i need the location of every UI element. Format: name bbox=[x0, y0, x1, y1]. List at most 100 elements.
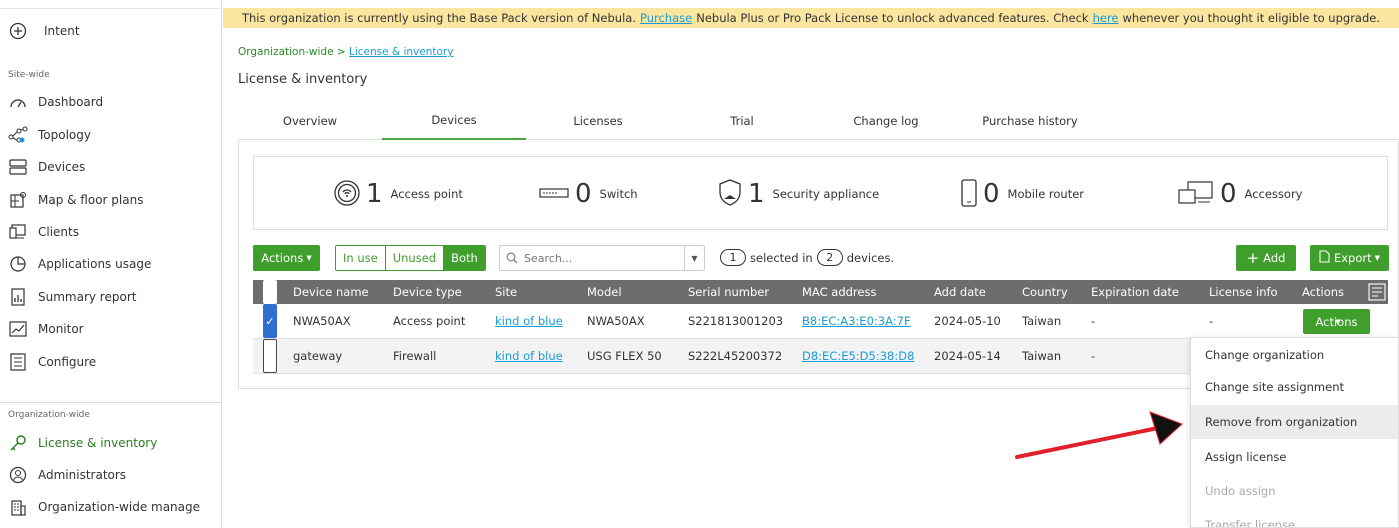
tab-trial[interactable]: Trial bbox=[670, 102, 814, 140]
sidebar-item-dashboard[interactable]: Dashboard bbox=[0, 88, 222, 116]
col-country[interactable]: Country bbox=[1022, 280, 1068, 304]
sidebar-item-monitor[interactable]: Monitor bbox=[0, 315, 222, 343]
caret-down-icon: ▼ bbox=[1335, 317, 1341, 326]
summary-count: 1 bbox=[366, 179, 383, 209]
cell-license-info: - bbox=[1209, 314, 1214, 328]
sidebar-item-clients[interactable]: Clients bbox=[0, 218, 222, 246]
access-point-icon bbox=[334, 179, 360, 209]
sidebar-divider bbox=[0, 402, 222, 403]
sidebar-item-summary-report[interactable]: Summary report bbox=[0, 283, 222, 311]
summary-label: Access point bbox=[390, 187, 463, 201]
cell-device-type: Access point bbox=[393, 314, 466, 328]
col-add-date[interactable]: Add date bbox=[934, 280, 986, 304]
cell-mac-link[interactable]: B8:EC:A3:E0:3A:7F bbox=[802, 314, 911, 328]
export-label: Export bbox=[1333, 251, 1372, 265]
cell-add-date: 2024-05-10 bbox=[934, 314, 1001, 328]
menu-change-organization[interactable]: Change organization bbox=[1191, 338, 1398, 372]
bulk-actions-button[interactable]: Actions ▼ bbox=[253, 245, 320, 271]
table-row[interactable]: ✓ NWA50AX Access point kind of blue NWA5… bbox=[253, 304, 1388, 339]
sidebar-item-label: Dashboard bbox=[38, 95, 104, 109]
cell-site-link[interactable]: kind of blue bbox=[495, 349, 563, 363]
sidebar-item-map-floor-plans[interactable]: Map & floor plans bbox=[0, 186, 222, 214]
add-button[interactable]: + Add bbox=[1236, 245, 1296, 271]
sidebar-item-label: Applications usage bbox=[38, 257, 152, 271]
purchase-link[interactable]: Purchase bbox=[640, 11, 692, 25]
cell-site-link[interactable]: kind of blue bbox=[495, 314, 563, 328]
sidebar-item-license-inventory[interactable]: License & inventory bbox=[0, 429, 222, 457]
sidebar-item-applications-usage[interactable]: Applications usage bbox=[0, 250, 222, 278]
tab-overview[interactable]: Overview bbox=[238, 102, 382, 140]
sidebar-item-label: Devices bbox=[38, 160, 86, 174]
sidebar-item-org-wide-manage[interactable]: Organization-wide manage bbox=[0, 493, 222, 521]
summary-security-appliance: 1 Security appliance bbox=[718, 177, 879, 211]
tab-devices[interactable]: Devices bbox=[382, 102, 526, 140]
tab-purchase-history[interactable]: Purchase history bbox=[958, 102, 1102, 140]
filter-in-use[interactable]: In use bbox=[336, 246, 386, 270]
sidebar-item-label: Intent bbox=[44, 24, 80, 38]
sidebar-item-label: License & inventory bbox=[38, 436, 158, 450]
col-expiration-date[interactable]: Expiration date bbox=[1091, 280, 1179, 304]
row-actions-menu: Change organization Change site assignme… bbox=[1190, 337, 1399, 528]
breadcrumb-current[interactable]: License & inventory bbox=[349, 46, 453, 58]
cell-mac-link[interactable]: D8:EC:E5:D5:38:D8 bbox=[802, 349, 914, 363]
cell-add-date: 2024-05-14 bbox=[934, 349, 1001, 363]
cell-model: NWA50AX bbox=[587, 314, 645, 328]
dashboard-icon bbox=[8, 92, 28, 112]
menu-change-site-assignment[interactable]: Change site assignment bbox=[1191, 370, 1398, 404]
monitor-icon bbox=[8, 319, 28, 339]
search-box: ▼ bbox=[499, 245, 705, 271]
sidebar-item-topology[interactable]: Topology bbox=[0, 121, 222, 149]
device-summary: 1 Access point 0 Switch 1 Security appli… bbox=[253, 156, 1388, 230]
sidebar-item-devices[interactable]: Devices bbox=[0, 153, 222, 181]
key-icon bbox=[8, 433, 28, 453]
col-device-type[interactable]: Device type bbox=[393, 280, 462, 304]
site-wide-section-label: Site-wide bbox=[8, 70, 50, 80]
sidebar-item-intent[interactable]: Intent bbox=[0, 17, 222, 45]
cell-serial: S222L45200372 bbox=[688, 349, 783, 363]
row-actions-button[interactable]: Actions ▼ bbox=[1303, 309, 1370, 334]
filter-unused[interactable]: Unused bbox=[385, 246, 445, 270]
col-serial-number[interactable]: Serial number bbox=[688, 280, 769, 304]
accessory-icon bbox=[1178, 180, 1214, 208]
menu-assign-license[interactable]: Assign license bbox=[1191, 440, 1398, 474]
summary-accessory: 0 Accessory bbox=[1178, 177, 1303, 211]
col-site[interactable]: Site bbox=[495, 280, 517, 304]
export-button[interactable]: Export ▼ bbox=[1310, 245, 1389, 271]
pie-chart-icon bbox=[8, 254, 28, 274]
breadcrumb-root[interactable]: Organization-wide > bbox=[238, 46, 346, 58]
sidebar-item-label: Clients bbox=[38, 225, 79, 239]
menu-remove-from-organization[interactable]: Remove from organization bbox=[1191, 405, 1398, 439]
sidebar-top-divider bbox=[0, 8, 222, 9]
summary-label: Mobile router bbox=[1007, 187, 1085, 201]
column-settings-icon[interactable] bbox=[1368, 280, 1386, 304]
here-link[interactable]: here bbox=[1093, 11, 1119, 25]
col-mac-address[interactable]: MAC address bbox=[802, 280, 876, 304]
col-license-info[interactable]: License info bbox=[1209, 280, 1278, 304]
summary-count: 0 bbox=[983, 179, 1000, 209]
menu-transfer-license: Transfer license bbox=[1205, 518, 1296, 528]
security-appliance-icon bbox=[718, 178, 742, 210]
tab-bar: Overview Devices Licenses Trial Change l… bbox=[238, 102, 1399, 140]
sidebar-item-label: Topology bbox=[38, 128, 91, 142]
sidebar-item-configure[interactable]: Configure bbox=[0, 348, 222, 376]
sidebar-item-label: Map & floor plans bbox=[38, 193, 144, 207]
summary-access-point: 1 Access point bbox=[334, 177, 463, 211]
sidebar-item-label: Organization-wide manage bbox=[38, 500, 201, 514]
sidebar-item-administrators[interactable]: Administrators bbox=[0, 461, 222, 489]
banner-text-middle: Nebula Plus or Pro Pack License to unloc… bbox=[696, 11, 1089, 25]
selected-in-text: selected in bbox=[750, 250, 813, 265]
col-actions: Actions bbox=[1302, 285, 1345, 299]
mobile-router-icon bbox=[961, 178, 977, 210]
filter-both[interactable]: Both bbox=[444, 246, 485, 270]
map-icon bbox=[8, 190, 28, 210]
cell-device-type: Firewall bbox=[393, 349, 437, 363]
tab-change-log[interactable]: Change log bbox=[814, 102, 958, 140]
summary-count: 0 bbox=[575, 179, 592, 209]
col-device-name[interactable]: Device name bbox=[293, 280, 369, 304]
col-model[interactable]: Model bbox=[587, 280, 622, 304]
search-input[interactable] bbox=[524, 251, 684, 265]
search-icon bbox=[500, 252, 524, 264]
search-dropdown-icon[interactable]: ▼ bbox=[684, 246, 704, 270]
cell-expiration: - bbox=[1091, 314, 1096, 328]
tab-licenses[interactable]: Licenses bbox=[526, 102, 670, 140]
